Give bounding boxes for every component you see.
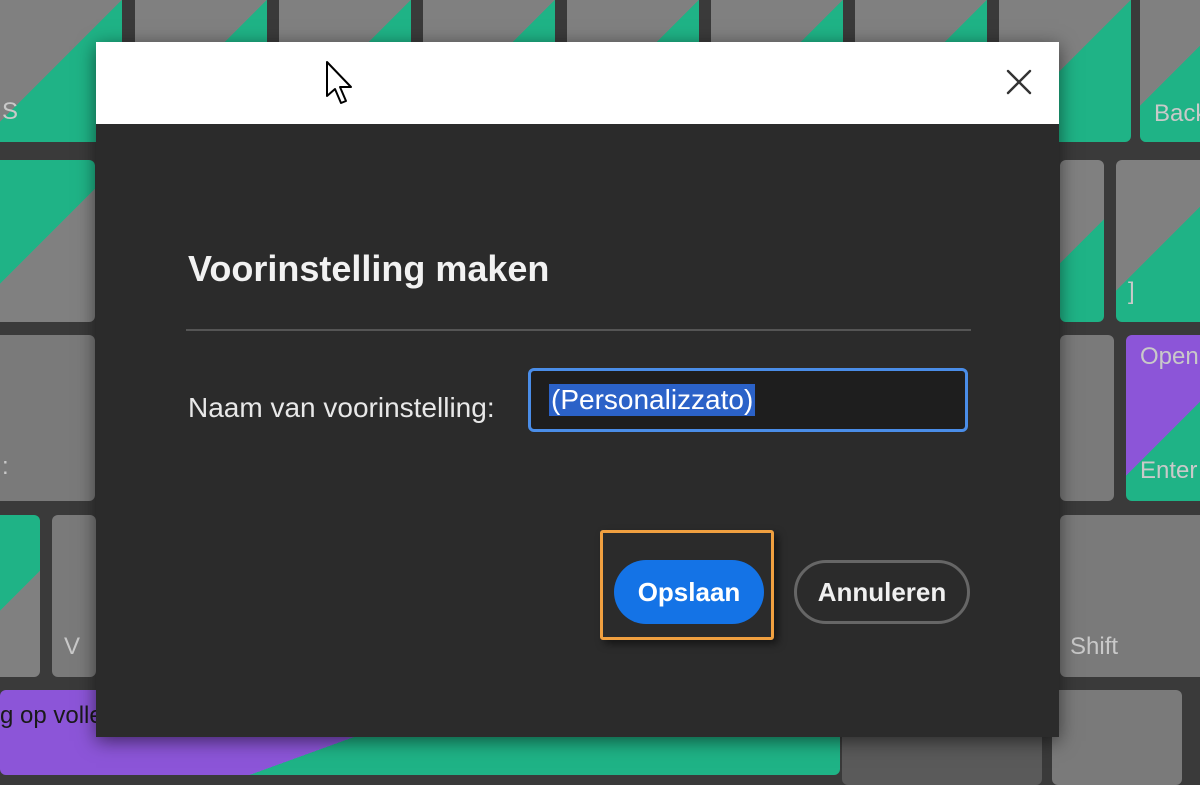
close-icon <box>1006 69 1032 95</box>
key-open-enter: Open Enter <box>1126 335 1200 501</box>
key-bracket: ] <box>1116 160 1200 322</box>
key-label-fullscreen: g op volle <box>0 702 103 729</box>
key-label-s: S <box>2 98 19 125</box>
key <box>0 515 40 677</box>
divider <box>186 329 971 331</box>
mouse-pointer-icon <box>326 61 352 104</box>
cancel-button[interactable]: Annuleren <box>794 560 970 624</box>
key <box>1052 690 1182 785</box>
key-back: Back <box>1140 0 1200 142</box>
create-preset-dialog: Voorinstelling maken Naam van voorinstel… <box>96 42 1059 737</box>
preset-name-value: (Personalizzato) <box>549 384 756 416</box>
key <box>1060 335 1114 501</box>
preset-name-label: Naam van voorinstelling: <box>188 392 495 423</box>
save-button[interactable]: Opslaan <box>614 560 764 624</box>
key: : <box>0 335 95 501</box>
key <box>1060 160 1104 322</box>
key <box>0 160 95 322</box>
key-label-enter: Enter <box>1140 457 1198 484</box>
key-v: V <box>52 515 96 677</box>
key-label-v: V <box>64 633 81 660</box>
preset-name-input[interactable]: (Personalizzato) <box>528 368 968 432</box>
key-label-shift: Shift <box>1070 633 1119 660</box>
key-shift: Shift <box>1060 515 1200 677</box>
dialog-titlebar <box>96 42 1059 124</box>
close-button[interactable] <box>997 60 1041 104</box>
key-label-bracket: ] <box>1128 278 1135 305</box>
key-label-colon: : <box>2 453 9 480</box>
key-label-back: Back <box>1154 100 1200 127</box>
dialog-title: Voorinstelling maken <box>188 248 550 289</box>
key-label-open: Open <box>1140 343 1199 370</box>
